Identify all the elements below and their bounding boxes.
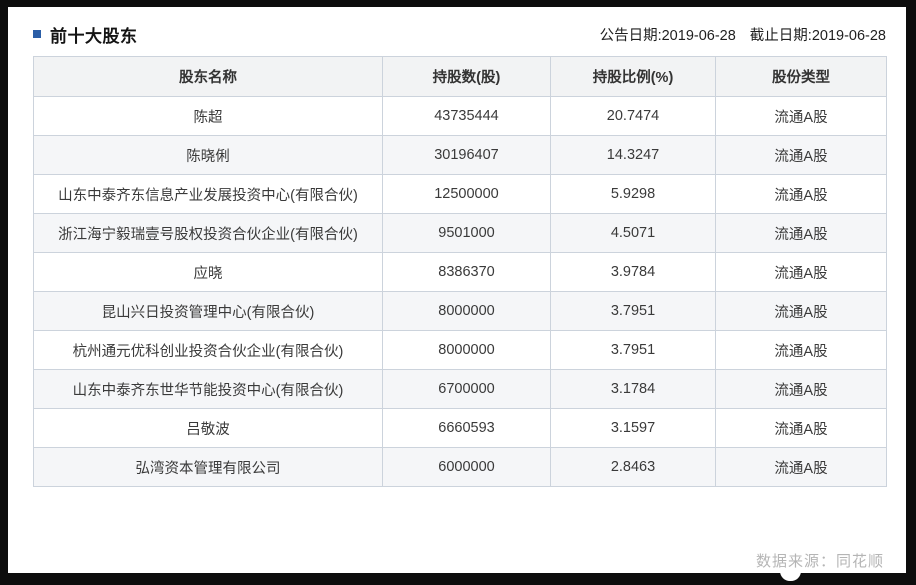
cell-shares-held: 6000000 (383, 448, 551, 487)
cell-share-type: 流通A股 (716, 331, 887, 370)
cell-shares-held: 43735444 (383, 97, 551, 136)
cell-shareholder-name: 应晓 (34, 253, 383, 292)
cell-share-type: 流通A股 (716, 175, 887, 214)
table-row: 杭州通元优科创业投资合伙企业(有限合伙) 8000000 3.7951 流通A股 (34, 331, 887, 370)
column-header-name: 股东名称 (34, 57, 383, 97)
cell-share-type: 流通A股 (716, 448, 887, 487)
cell-shares-held: 8386370 (383, 253, 551, 292)
cell-shares-held: 30196407 (383, 136, 551, 175)
table-row: 山东中泰齐东世华节能投资中心(有限合伙) 6700000 3.1784 流通A股 (34, 370, 887, 409)
cell-share-type: 流通A股 (716, 97, 887, 136)
table-row: 山东中泰齐东信息产业发展投资中心(有限合伙) 12500000 5.9298 流… (34, 175, 887, 214)
date-labels: 公告日期:2019-06-28 截止日期:2019-06-28 (600, 24, 886, 45)
screenshot-frame: 前十大股东 公告日期:2019-06-28 截止日期:2019-06-28 股东… (0, 0, 916, 585)
table-row: 陈晓俐 30196407 14.3247 流通A股 (34, 136, 887, 175)
content-area: 前十大股东 公告日期:2019-06-28 截止日期:2019-06-28 股东… (8, 7, 906, 573)
column-header-ratio: 持股比例(%) (551, 57, 716, 97)
cell-holding-ratio: 3.1784 (551, 370, 716, 409)
shareholder-table-body: 陈超 43735444 20.7474 流通A股 陈晓俐 30196407 14… (34, 97, 887, 487)
cell-shareholder-name: 山东中泰齐东信息产业发展投资中心(有限合伙) (34, 175, 383, 214)
cell-shares-held: 8000000 (383, 292, 551, 331)
cell-shares-held: 9501000 (383, 214, 551, 253)
table-row: 应晓 8386370 3.9784 流通A股 (34, 253, 887, 292)
page-title: 前十大股东 (50, 22, 138, 47)
cell-holding-ratio: 14.3247 (551, 136, 716, 175)
cell-shareholder-name: 弘湾资本管理有限公司 (34, 448, 383, 487)
column-header-shares: 持股数(股) (383, 57, 551, 97)
table-row: 弘湾资本管理有限公司 6000000 2.8463 流通A股 (34, 448, 887, 487)
cell-share-type: 流通A股 (716, 292, 887, 331)
cell-share-type: 流通A股 (716, 136, 887, 175)
cell-shareholder-name: 昆山兴日投资管理中心(有限合伙) (34, 292, 383, 331)
cell-holding-ratio: 3.7951 (551, 331, 716, 370)
deadline-date-label: 截止日期:2019-06-28 (750, 24, 886, 45)
cell-holding-ratio: 3.9784 (551, 253, 716, 292)
table-header: 股东名称 持股数(股) 持股比例(%) 股份类型 (34, 57, 887, 97)
column-header-type: 股份类型 (716, 57, 887, 97)
cell-holding-ratio: 20.7474 (551, 97, 716, 136)
title-wrap: 前十大股东 (33, 22, 138, 47)
cell-shares-held: 12500000 (383, 175, 551, 214)
data-source-watermark: 数据来源：同花顺 (756, 550, 884, 571)
cell-shareholder-name: 杭州通元优科创业投资合伙企业(有限合伙) (34, 331, 383, 370)
cell-shareholder-name: 浙江海宁毅瑞壹号股权投资合伙企业(有限合伙) (34, 214, 383, 253)
table-row: 陈超 43735444 20.7474 流通A股 (34, 97, 887, 136)
cell-shareholder-name: 陈超 (34, 97, 383, 136)
blue-square-bullet-icon (33, 30, 41, 38)
cell-shareholder-name: 吕敬波 (34, 409, 383, 448)
cell-shares-held: 6700000 (383, 370, 551, 409)
shareholder-table: 股东名称 持股数(股) 持股比例(%) 股份类型 陈超 43735444 20.… (33, 56, 887, 487)
bottom-notch-shape (780, 571, 801, 581)
cell-holding-ratio: 5.9298 (551, 175, 716, 214)
cell-holding-ratio: 4.5071 (551, 214, 716, 253)
cell-share-type: 流通A股 (716, 370, 887, 409)
cell-shareholder-name: 山东中泰齐东世华节能投资中心(有限合伙) (34, 370, 383, 409)
table-row: 浙江海宁毅瑞壹号股权投资合伙企业(有限合伙) 9501000 4.5071 流通… (34, 214, 887, 253)
cell-holding-ratio: 3.7951 (551, 292, 716, 331)
table-row: 昆山兴日投资管理中心(有限合伙) 8000000 3.7951 流通A股 (34, 292, 887, 331)
section-header: 前十大股东 公告日期:2019-06-28 截止日期:2019-06-28 (33, 22, 886, 46)
cell-shares-held: 6660593 (383, 409, 551, 448)
cell-holding-ratio: 2.8463 (551, 448, 716, 487)
cell-shareholder-name: 陈晓俐 (34, 136, 383, 175)
cell-share-type: 流通A股 (716, 214, 887, 253)
cell-share-type: 流通A股 (716, 253, 887, 292)
cell-shares-held: 8000000 (383, 331, 551, 370)
announce-date-label: 公告日期:2019-06-28 (600, 24, 736, 45)
cell-holding-ratio: 3.1597 (551, 409, 716, 448)
table-row: 吕敬波 6660593 3.1597 流通A股 (34, 409, 887, 448)
cell-share-type: 流通A股 (716, 409, 887, 448)
